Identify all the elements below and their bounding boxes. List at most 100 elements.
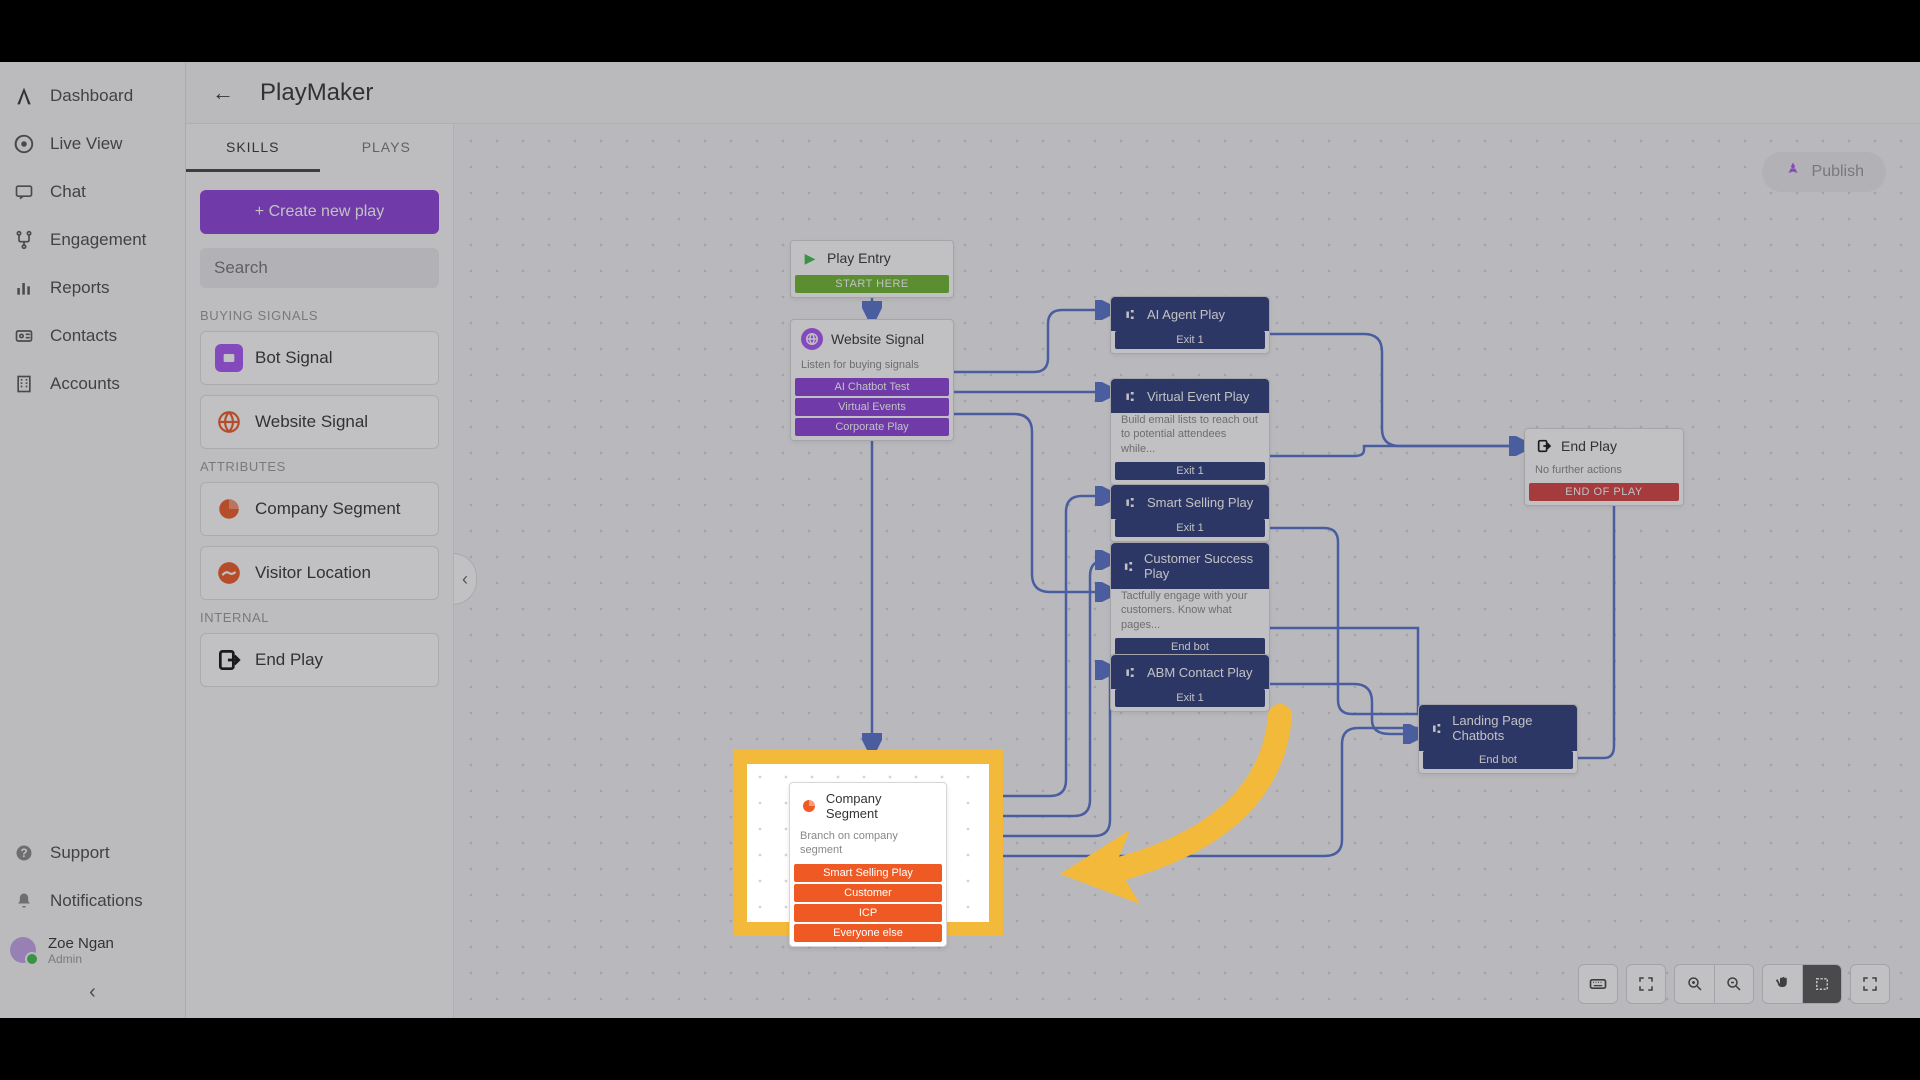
rocket-icon: [1784, 161, 1802, 184]
node-bar[interactable]: Customer: [794, 884, 942, 902]
zoom-out-button[interactable]: [1714, 964, 1754, 1004]
sidebar-item-contacts[interactable]: Contacts: [0, 312, 185, 360]
tab-plays[interactable]: PLAYS: [320, 124, 454, 172]
node-bar[interactable]: Exit 1: [1115, 331, 1265, 349]
node-end-play[interactable]: End Play No further actions END OF PLAY: [1524, 428, 1684, 506]
node-landing-page[interactable]: ⑆ Landing Page Chatbots End bot: [1418, 704, 1578, 774]
svg-text:?: ?: [20, 847, 27, 860]
help-icon: ?: [12, 841, 36, 865]
building-icon: [12, 372, 36, 396]
sidebar-collapse-button[interactable]: ‹: [0, 975, 185, 1004]
sidebar-item-liveview[interactable]: Live View: [0, 120, 185, 168]
node-bar[interactable]: Everyone else: [794, 924, 942, 942]
sidebar-item-label: Chat: [50, 182, 86, 202]
node-abm-contact[interactable]: ⑆ ABM Contact Play Exit 1: [1110, 654, 1270, 712]
section-attributes: ATTRIBUTES: [200, 459, 439, 474]
select-button[interactable]: [1802, 964, 1842, 1004]
node-play-entry[interactable]: ▶Play Entry START HERE: [790, 240, 954, 298]
play-icon: ▶: [801, 249, 819, 267]
user-role: Admin: [48, 952, 114, 966]
piechart-icon: [800, 797, 818, 815]
node-smart-selling[interactable]: ⑆Smart Selling Play Exit 1: [1110, 484, 1270, 542]
section-buying-signals: BUYING SIGNALS: [200, 308, 439, 323]
sidebar-item-engagement[interactable]: Engagement: [0, 216, 185, 264]
sidebar-item-dashboard[interactable]: Dashboard: [0, 72, 185, 120]
sidebar-item-support[interactable]: ? Support: [0, 829, 185, 877]
node-website-signal[interactable]: Website Signal Listen for buying signals…: [790, 319, 954, 441]
node-bar[interactable]: Corporate Play: [795, 418, 949, 436]
skill-website-signal[interactable]: Website Signal: [200, 395, 439, 449]
node-title: Landing Page Chatbots: [1452, 713, 1567, 743]
canvas-toolbar: [1578, 964, 1890, 1004]
card-icon: [12, 324, 36, 348]
skill-visitor-location[interactable]: Visitor Location: [200, 546, 439, 600]
tab-skills[interactable]: SKILLS: [186, 124, 320, 172]
fullscreen-button[interactable]: [1850, 964, 1890, 1004]
sidebar-item-accounts[interactable]: Accounts: [0, 360, 185, 408]
header: ← PlayMaker: [186, 62, 1920, 124]
sidebar-item-label: Contacts: [50, 326, 117, 346]
skill-label: Website Signal: [255, 412, 368, 432]
publish-button[interactable]: Publish: [1762, 152, 1886, 192]
skill-company-segment[interactable]: Company Segment: [200, 482, 439, 536]
canvas[interactable]: Publish ‹: [454, 124, 1920, 1018]
sidebar-item-label: Notifications: [50, 891, 143, 911]
zoom-in-button[interactable]: [1674, 964, 1714, 1004]
sidebar-item-label: Live View: [50, 134, 122, 154]
sidebar-user[interactable]: Zoe Ngan Admin: [0, 925, 185, 975]
flow-icon: ⑆: [1121, 663, 1139, 681]
skill-label: Visitor Location: [255, 563, 371, 583]
fit-view-button[interactable]: [1626, 964, 1666, 1004]
node-title: AI Agent Play: [1147, 307, 1225, 322]
sidebar-item-label: Reports: [50, 278, 110, 298]
create-play-button[interactable]: + Create new play: [200, 190, 439, 234]
sidebar-item-label: Support: [50, 843, 110, 863]
exit-icon: [1535, 437, 1553, 455]
node-title: ABM Contact Play: [1147, 665, 1253, 680]
sidebar-item-label: Engagement: [50, 230, 146, 250]
search-input[interactable]: [200, 248, 439, 288]
exit-icon: [215, 646, 243, 674]
barchart-icon: [12, 276, 36, 300]
page-title: PlayMaker: [260, 79, 373, 107]
route-icon: [12, 228, 36, 252]
skill-end-play[interactable]: End Play: [200, 633, 439, 687]
sidebar-item-label: Dashboard: [50, 86, 133, 106]
flow-icon: ⑆: [1121, 493, 1139, 511]
node-ai-agent[interactable]: ⑆ AI Agent Play Exit 1: [1110, 296, 1270, 354]
skill-label: Company Segment: [255, 499, 401, 519]
flow-icon: ⑆: [1429, 719, 1444, 737]
flow-icon: ⑆: [1121, 305, 1139, 323]
sidebar-item-chat[interactable]: Chat: [0, 168, 185, 216]
keyboard-button[interactable]: [1578, 964, 1618, 1004]
node-bar[interactable]: Exit 1: [1115, 462, 1265, 480]
node-bar[interactable]: Exit 1: [1115, 519, 1265, 537]
node-title: Customer Success Play: [1144, 551, 1259, 581]
node-subtitle: Tactfully engage with your customers. Kn…: [1111, 589, 1269, 638]
node-bar[interactable]: Smart Selling Play: [794, 864, 942, 882]
pan-button[interactable]: [1762, 964, 1802, 1004]
skills-panel: SKILLS PLAYS + Create new play BUYING SI…: [186, 124, 454, 1018]
section-internal: INTERNAL: [200, 610, 439, 625]
node-subtitle: Listen for buying signals: [791, 358, 953, 378]
highlighted-company-segment: Company Segment Branch on company segmen…: [733, 750, 1003, 936]
node-bar[interactable]: Virtual Events: [795, 398, 949, 416]
node-bar[interactable]: Exit 1: [1115, 689, 1265, 707]
node-subtitle: No further actions: [1525, 463, 1683, 483]
node-virtual-event[interactable]: ⑆Virtual Event Play Build email lists to…: [1110, 378, 1270, 485]
flow-icon: ⑆: [1121, 387, 1139, 405]
node-bar[interactable]: AI Chatbot Test: [795, 378, 949, 396]
node-bar[interactable]: ICP: [794, 904, 942, 922]
sidebar-item-notifications[interactable]: Notifications: [0, 877, 185, 925]
node-company-segment[interactable]: Company Segment Branch on company segmen…: [789, 782, 947, 947]
flow-icon: ⑆: [1121, 557, 1136, 575]
globe-icon: [801, 328, 823, 350]
node-customer-success[interactable]: ⑆ Customer Success Play Tactfully engage …: [1110, 542, 1270, 661]
skill-bot-signal[interactable]: Bot Signal: [200, 331, 439, 385]
sidebar-item-reports[interactable]: Reports: [0, 264, 185, 312]
logo-icon: [12, 84, 36, 108]
back-button[interactable]: ←: [208, 78, 238, 108]
location-icon: [215, 559, 243, 587]
node-bar[interactable]: End bot: [1423, 751, 1573, 769]
skill-label: Bot Signal: [255, 348, 333, 368]
